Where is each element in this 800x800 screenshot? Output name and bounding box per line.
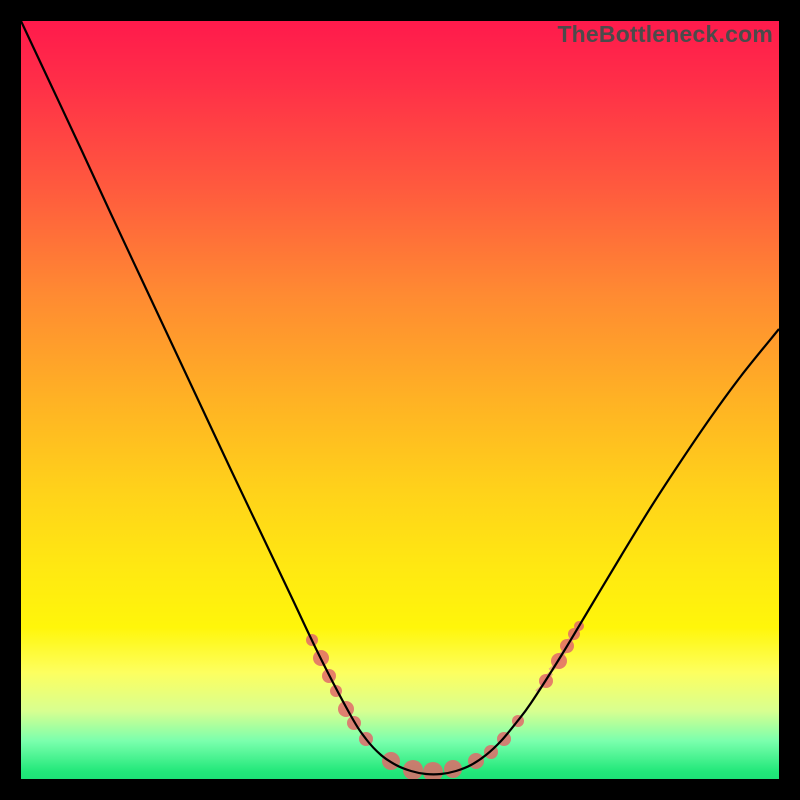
chart-svg <box>21 21 779 779</box>
data-dots <box>306 621 584 779</box>
chart-frame: TheBottleneck.com <box>0 0 800 800</box>
plot-area: TheBottleneck.com <box>21 21 779 779</box>
curve-line <box>21 21 779 774</box>
